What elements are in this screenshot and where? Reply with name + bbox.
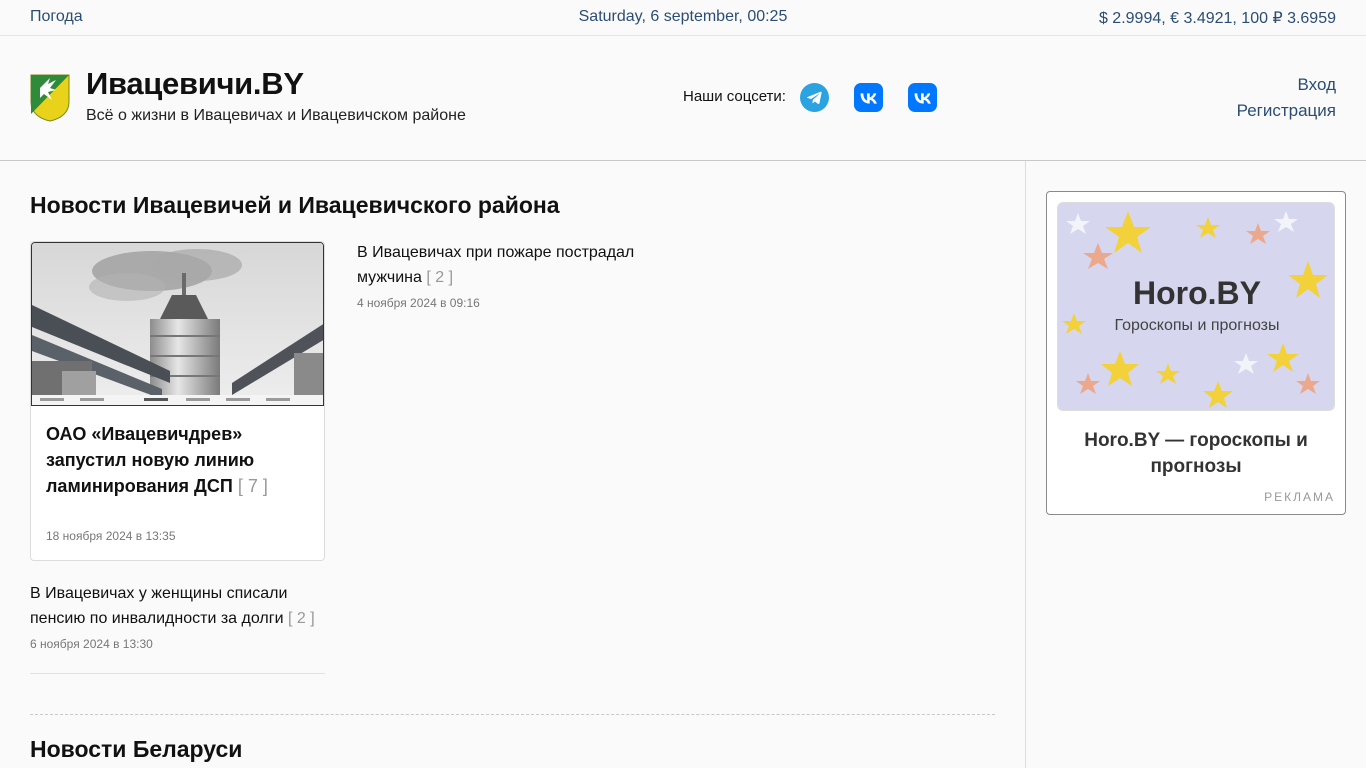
- news-item-title[interactable]: В Ивацевичах при пожаре пострадал мужчин…: [357, 244, 634, 286]
- comments-count: [ 2 ]: [287, 610, 315, 627]
- login-link[interactable]: Вход: [1298, 75, 1336, 95]
- telegram-icon[interactable]: [800, 83, 829, 112]
- sidebar-ad[interactable]: Horo.BY Гороскопы и прогнозы Horo.BY — г…: [1046, 191, 1346, 515]
- vk-icon[interactable]: [908, 83, 937, 112]
- social-label: Наши соцсети:: [683, 88, 786, 105]
- news-item-divider: [30, 673, 325, 674]
- ad-title[interactable]: Horo.BY — гороскопы и прогнозы: [1067, 428, 1325, 480]
- belarus-news-heading: Новости Беларуси: [30, 736, 243, 762]
- comments-count: [ 2 ]: [426, 269, 454, 286]
- comments-count: [ 7 ]: [237, 476, 268, 496]
- register-link[interactable]: Регистрация: [1237, 101, 1336, 121]
- featured-news-title-text[interactable]: ОАО «Ивацевичдрев» запустил новую линию …: [46, 424, 254, 496]
- featured-news-date: 18 ноября 2024 в 13:35: [46, 529, 176, 543]
- sidebar-divider: [1025, 161, 1026, 768]
- featured-news-card[interactable]: ОАО «Ивацевичдрев» запустил новую линию …: [30, 241, 325, 561]
- news-item-date: 6 ноября 2024 в 13:30: [30, 637, 153, 651]
- featured-news-title[interactable]: ОАО «Ивацевичдрев» запустил новую линию …: [46, 421, 316, 499]
- vk-icon[interactable]: [854, 83, 883, 112]
- featured-news-image[interactable]: [31, 242, 324, 406]
- section-separator: [30, 714, 995, 715]
- ad-image-subtitle: Гороскопы и прогнозы: [1114, 317, 1280, 334]
- news-item-title[interactable]: В Ивацевичах у женщины списали пенсию по…: [30, 585, 287, 627]
- local-news-heading: Новости Ивацевичей и Ивацевичского район…: [30, 192, 560, 218]
- news-item[interactable]: В Ивацевичах при пожаре пострадал мужчин…: [357, 240, 657, 290]
- site-title[interactable]: Ивацевичи.BY: [86, 66, 304, 102]
- ad-label: РЕКЛАМА: [1264, 490, 1335, 504]
- weather-link[interactable]: Погода: [30, 8, 83, 26]
- news-item-date: 4 ноября 2024 в 09:16: [357, 296, 480, 310]
- ad-image[interactable]: Horo.BY Гороскопы и прогнозы: [1057, 202, 1335, 411]
- currency-rates[interactable]: $ 2.9994, € 3.4921, 100 ₽ 3.6959: [1099, 8, 1336, 28]
- coat-of-arms-icon[interactable]: [30, 74, 70, 122]
- news-item[interactable]: В Ивацевичах у женщины списали пенсию по…: [30, 581, 330, 631]
- top-bar: Погода Saturday, 6 september, 00:25 $ 2.…: [0, 0, 1366, 36]
- ad-image-brand: Horo.BY: [1133, 275, 1261, 311]
- site-header: Ивацевичи.BY Всё о жизни в Ивацевичах и …: [0, 36, 1366, 161]
- site-tagline: Всё о жизни в Ивацевичах и Ивацевичском …: [86, 107, 466, 124]
